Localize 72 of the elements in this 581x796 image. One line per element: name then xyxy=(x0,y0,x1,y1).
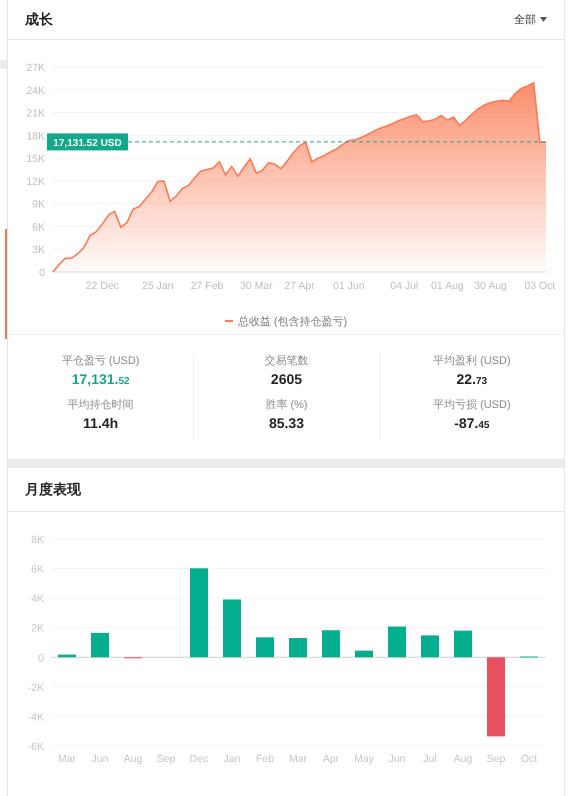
axis-label: 2K xyxy=(31,622,44,635)
axis-label: -6K xyxy=(28,741,44,753)
axis-label: 15K xyxy=(26,153,45,166)
axis-label: 0 xyxy=(39,267,45,279)
axis-label: 9K xyxy=(32,198,45,211)
axis-label: -2K xyxy=(28,682,44,694)
axis-label: 12K xyxy=(26,176,45,188)
axis-label: Jun xyxy=(388,753,406,765)
bar xyxy=(91,632,109,658)
axis-label: Aug xyxy=(454,753,472,765)
axis-label: Jan xyxy=(224,753,240,765)
stat-value: 22.73 xyxy=(456,371,488,387)
axis-label: 21K xyxy=(26,108,45,120)
stat-label: 平仓盈亏 (USD) xyxy=(62,354,140,368)
axis-label: 01 Aug xyxy=(431,280,464,292)
axis-label: 04 Jul xyxy=(390,280,418,292)
axis-label: Mar xyxy=(58,753,76,765)
bar xyxy=(256,637,274,658)
axis-label: 6K xyxy=(31,564,44,576)
axis-label: 6K xyxy=(32,221,45,234)
axis-label: 4K xyxy=(31,593,44,606)
axis-label: 30 Aug xyxy=(474,280,507,292)
axis-label: 18K xyxy=(26,130,45,142)
bar xyxy=(223,599,241,658)
axis-label: May xyxy=(354,753,374,765)
stat-label: 交易笔数 xyxy=(264,354,308,368)
stat-value: -87.45 xyxy=(454,415,490,431)
axis-label: 0 xyxy=(38,652,44,664)
stat-value: 11.4h xyxy=(83,415,118,431)
bar xyxy=(355,650,373,658)
axis-label: 25 Jan xyxy=(142,280,174,292)
axis-label: Aug xyxy=(124,753,142,765)
axis-label: Sep xyxy=(156,753,176,765)
section-title: 月度表现 xyxy=(25,480,81,498)
bar xyxy=(289,638,307,658)
axis-label: 27K xyxy=(26,62,45,74)
value-tag: 17,131.52 USD xyxy=(47,133,128,150)
axis-label: 22 Dec xyxy=(86,280,119,292)
axis-label: Feb xyxy=(256,753,274,765)
axis-label: Mar xyxy=(288,753,308,765)
axis-label: -4K xyxy=(28,711,44,724)
bar xyxy=(322,630,340,658)
legend-label: 总收益 (包含持仓盈亏) xyxy=(238,314,348,328)
axis-label: Jun xyxy=(92,753,108,765)
ref-line-label: 17,131.52 USD xyxy=(53,138,122,149)
stat-value: 17,131.52 xyxy=(72,371,130,387)
stat-label: 平均亏损 (USD) xyxy=(433,398,511,412)
axis-label: 8K xyxy=(31,534,44,546)
axis-label: Apr xyxy=(322,753,340,765)
axis-label: 03 Oct xyxy=(524,280,556,292)
stat-value: 85.33 xyxy=(268,415,304,431)
axis-label: 24K xyxy=(26,84,45,97)
stat-label: 平均持仓时间 xyxy=(68,398,134,412)
stat-label: 平均盈利 (USD) xyxy=(433,354,511,368)
stat-value: 2605 xyxy=(270,371,302,387)
caret-icon xyxy=(540,17,547,22)
axis-label: 01 Jun xyxy=(333,280,365,292)
axis-label: 3K xyxy=(32,244,45,256)
range-dropdown[interactable]: 全部 xyxy=(514,12,547,27)
bar xyxy=(388,626,406,658)
bar xyxy=(454,630,472,658)
section-title: 成长 xyxy=(25,10,53,28)
axis-label: Dec xyxy=(190,753,208,765)
axis-label: Oct xyxy=(520,753,538,765)
stat-label: 胜率 (%) xyxy=(265,398,308,412)
bar xyxy=(421,635,439,658)
bar xyxy=(58,654,76,658)
axis-label: Sep xyxy=(486,753,506,765)
axis-label: 30 Mar xyxy=(240,280,273,292)
axis-label: Jul xyxy=(423,753,437,765)
axis-label: 27 Apr xyxy=(284,280,315,292)
axis-label: 27 Feb xyxy=(190,280,224,292)
